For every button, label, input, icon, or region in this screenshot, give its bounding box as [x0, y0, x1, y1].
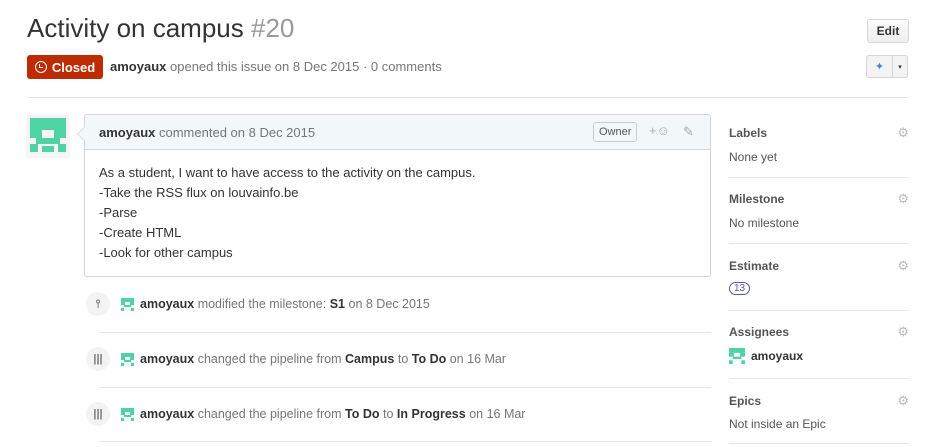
- pipeline-icon: |||: [86, 347, 110, 371]
- avatar[interactable]: [26, 114, 70, 158]
- comment-time[interactable]: commented on 8 Dec 2015: [159, 125, 315, 140]
- milestone-value: No milestone: [729, 216, 800, 230]
- pipeline-from: Campus: [345, 352, 395, 366]
- milestone-link[interactable]: S1: [330, 297, 345, 311]
- identicon-icon: [121, 407, 134, 421]
- timeline-event: ||| amoyaux changed the pipeline from Ca…: [86, 347, 506, 371]
- status-label: Closed: [51, 59, 96, 75]
- gear-icon[interactable]: ⚙: [897, 125, 909, 141]
- sidebar-heading: Estimate: [729, 259, 780, 273]
- closed-icon: [34, 61, 47, 73]
- zenhub-menu-button[interactable]: ✦ ▾: [866, 55, 908, 78]
- event-actor-link[interactable]: amoyaux: [140, 297, 194, 311]
- event-text: to: [397, 352, 409, 366]
- sidebar-heading: Labels: [729, 126, 768, 140]
- timeline-event: ⫯ amoyaux modified the milestone: S1 on …: [86, 292, 430, 316]
- gear-icon[interactable]: ⚙: [897, 393, 909, 409]
- issue-number: #20: [250, 13, 295, 43]
- identicon-icon: [121, 352, 134, 366]
- comment-line: -Look for other campus: [99, 245, 233, 260]
- epics-value: Not inside an Epic: [729, 417, 826, 431]
- sidebar-divider: [729, 243, 909, 244]
- pipeline-to: In Progress: [396, 407, 466, 421]
- comment-line: -Parse: [99, 205, 138, 220]
- add-reaction-icon[interactable]: +☺: [649, 123, 670, 138]
- issue-comment: amoyaux commented on 8 Dec 2015 Owner +☺…: [77, 114, 711, 277]
- sidebar-heading: Milestone: [729, 192, 785, 206]
- event-text: changed the pipeline from: [197, 407, 342, 421]
- event-divider: [98, 441, 711, 442]
- comment-author-link[interactable]: amoyaux: [99, 125, 155, 140]
- timeline-event: ||| amoyaux changed the pipeline from To…: [86, 402, 525, 426]
- pipeline-from: To Do: [345, 407, 380, 421]
- identicon-icon: [121, 297, 134, 311]
- event-text: modified the milestone:: [197, 297, 327, 311]
- gear-icon[interactable]: ⚙: [897, 258, 909, 274]
- issue-title-text: Activity on campus: [27, 13, 244, 43]
- event-time: on 16 Mar: [469, 407, 526, 421]
- header-divider: [27, 97, 909, 98]
- event-text: changed the pipeline from: [197, 352, 342, 366]
- issue-meta: amoyaux opened this issue on 8 Dec 2015 …: [110, 59, 442, 74]
- issue-title: Activity on campus #20: [27, 13, 294, 44]
- sidebar-epics: Epics ⚙ Not inside an Epic: [729, 393, 909, 431]
- sidebar-divider: [729, 443, 909, 444]
- chevron-down-icon: ▾: [898, 63, 902, 71]
- event-divider: [98, 332, 711, 333]
- event-actor-link[interactable]: amoyaux: [140, 407, 194, 421]
- comment-header: amoyaux commented on 8 Dec 2015 Owner +☺…: [85, 115, 710, 150]
- comment-line: -Take the RSS flux on louvainfo.be: [99, 185, 299, 200]
- edit-comment-icon[interactable]: ✎: [683, 124, 694, 140]
- sidebar-assignees: Assignees ⚙ amoyaux: [729, 324, 909, 364]
- sidebar-divider: [729, 177, 909, 178]
- milestone-icon: ⫯: [86, 292, 110, 316]
- owner-label: Owner: [593, 122, 638, 142]
- issue-author-link[interactable]: amoyaux: [110, 59, 166, 74]
- comment-body: As a student, I want to have access to t…: [85, 150, 710, 276]
- edit-button[interactable]: Edit: [867, 19, 909, 43]
- labels-value: None yet: [729, 150, 778, 164]
- gear-icon[interactable]: ⚙: [897, 324, 909, 340]
- issue-opened-text: opened this issue on 8 Dec 2015 · 0 comm…: [170, 59, 442, 74]
- sidebar-heading: Epics: [729, 394, 762, 408]
- zenhub-icon: ✦: [867, 56, 893, 77]
- sidebar-divider: [729, 310, 909, 311]
- sidebar-divider: [729, 378, 909, 379]
- event-text: to: [383, 407, 394, 421]
- event-time: on 16 Mar: [449, 352, 507, 366]
- sidebar-labels: Labels ⚙ None yet: [729, 125, 909, 164]
- comment-line: -Create HTML: [99, 225, 182, 240]
- event-text: on 8 Dec 2015: [348, 297, 430, 311]
- event-actor-link[interactable]: amoyaux: [140, 352, 194, 366]
- event-divider: [98, 387, 711, 388]
- gear-icon[interactable]: ⚙: [897, 191, 909, 207]
- identicon-icon: [729, 348, 745, 364]
- identicon-icon: [26, 114, 70, 158]
- sidebar-estimate: Estimate ⚙ 13: [729, 258, 909, 295]
- sidebar-heading: Assignees: [729, 325, 790, 339]
- comment-meta: amoyaux commented on 8 Dec 2015: [99, 125, 315, 140]
- assignee-item[interactable]: amoyaux: [729, 348, 909, 364]
- status-badge: Closed: [27, 55, 103, 79]
- estimate-badge: 13: [729, 282, 751, 295]
- assignee-name: amoyaux: [751, 349, 804, 363]
- sidebar-milestone: Milestone ⚙ No milestone: [729, 191, 909, 230]
- comment-line: As a student, I want to have access to t…: [99, 165, 476, 180]
- pipeline-icon: |||: [86, 402, 110, 426]
- pipeline-to: To Do: [411, 352, 447, 366]
